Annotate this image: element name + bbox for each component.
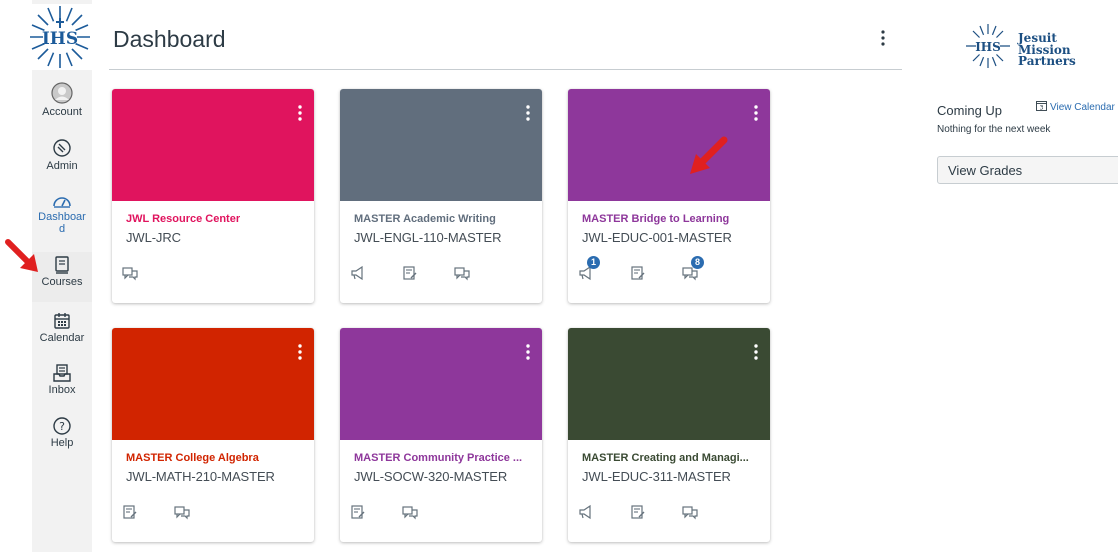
calendar-icon — [54, 313, 70, 329]
nav-dashboard-label-1: Dashboar — [38, 211, 86, 223]
discussion-icon[interactable] — [454, 265, 476, 287]
card-options-icon[interactable] — [524, 103, 532, 123]
course-card[interactable]: MASTER Community Practice ... JWL-SOCW-32… — [340, 328, 542, 542]
course-card-actions — [350, 265, 540, 289]
assignment-icon[interactable] — [402, 265, 424, 287]
ihs-logo[interactable]: IHS — [28, 4, 92, 70]
course-card-hero[interactable] — [568, 328, 770, 440]
announcement-icon[interactable] — [350, 265, 372, 287]
discussion-icon[interactable] — [122, 265, 144, 287]
calendar-small-icon: 3 — [1036, 101, 1047, 112]
svg-text:IHS: IHS — [975, 40, 1001, 54]
course-name[interactable]: MASTER Bridge to Learning — [582, 213, 762, 225]
card-options-icon[interactable] — [296, 342, 304, 362]
course-code: JWL-MATH-210-MASTER — [126, 469, 275, 484]
nav-inbox-label: Inbox — [48, 384, 76, 396]
nav-help[interactable]: ? Help — [32, 417, 92, 449]
course-card-hero[interactable] — [112, 328, 314, 440]
card-options-icon[interactable] — [524, 342, 532, 362]
nav-admin-label: Admin — [46, 160, 78, 172]
nav-admin[interactable]: Admin — [32, 138, 92, 172]
course-name[interactable]: JWL Resource Center — [126, 213, 306, 225]
nav-courses[interactable]: Courses — [32, 252, 92, 302]
help-icon: ? — [53, 417, 71, 435]
dashboard-options-icon[interactable] — [876, 28, 890, 48]
nav-account-label: Account — [42, 106, 82, 118]
course-code: JWL-SOCW-320-MASTER — [354, 469, 508, 484]
course-card-actions — [122, 265, 312, 289]
course-card-actions — [578, 504, 768, 528]
card-options-icon[interactable] — [296, 103, 304, 123]
jmp-logo-text: Jesuit Mission Partners — [1018, 32, 1076, 68]
dashboard-icon — [53, 197, 71, 208]
assignment-icon[interactable] — [350, 504, 372, 526]
course-card-actions: 18 — [578, 256, 768, 289]
header-divider — [109, 69, 902, 70]
course-card[interactable]: MASTER Bridge to Learning JWL-EDUC-001-MA… — [568, 89, 770, 303]
course-card[interactable]: MASTER College Algebra JWL-MATH-210-MASTE… — [112, 328, 314, 542]
course-card-hero[interactable] — [112, 89, 314, 201]
assignment-icon[interactable] — [630, 504, 652, 526]
nothing-upcoming-text: Nothing for the next week — [937, 124, 1051, 135]
course-code: JWL-EDUC-311-MASTER — [582, 469, 731, 484]
inbox-icon — [53, 364, 71, 382]
nav-account[interactable]: Account — [32, 82, 92, 118]
course-card-actions — [122, 504, 312, 528]
discussion-icon[interactable] — [174, 504, 196, 526]
global-nav: IHS Account Admin Dashboar d Courses Cal… — [28, 0, 92, 552]
assignment-icon[interactable] — [122, 504, 144, 526]
course-code: JWL-ENGL-110-MASTER — [354, 230, 502, 245]
announcement-icon[interactable]: 1 — [578, 256, 600, 287]
nav-help-label: Help — [50, 437, 74, 449]
logo-word-3: Partners — [1018, 54, 1076, 68]
unread-count-badge: 1 — [587, 256, 600, 269]
book-icon — [55, 256, 69, 274]
course-name[interactable]: MASTER College Algebra — [126, 452, 306, 464]
course-card-hero[interactable] — [340, 89, 542, 201]
nav-inbox[interactable]: Inbox — [32, 364, 92, 396]
view-grades-button[interactable]: View Grades — [937, 156, 1118, 184]
assignment-icon[interactable] — [630, 265, 652, 287]
shield-icon — [53, 139, 71, 157]
unread-count-badge: 8 — [691, 256, 704, 269]
course-card[interactable]: MASTER Academic Writing JWL-ENGL-110-MAST… — [340, 89, 542, 303]
course-name[interactable]: MASTER Academic Writing — [354, 213, 534, 225]
course-name[interactable]: MASTER Community Practice ... — [354, 452, 534, 464]
page-title: Dashboard — [113, 26, 226, 52]
view-calendar-link[interactable]: 3 View Calendar — [1036, 100, 1115, 113]
svg-text:3: 3 — [1040, 105, 1044, 112]
card-options-icon[interactable] — [752, 103, 760, 123]
coming-up-heading: Coming Up — [937, 103, 1003, 118]
course-card[interactable]: MASTER Creating and Managi... JWL-EDUC-31… — [568, 328, 770, 542]
svg-text:IHS: IHS — [42, 29, 78, 49]
nav-calendar-label: Calendar — [39, 332, 85, 344]
card-options-icon[interactable] — [752, 342, 760, 362]
discussion-icon[interactable] — [402, 504, 424, 526]
nav-calendar[interactable]: Calendar — [32, 312, 92, 344]
nav-dashboard-label-2: d — [58, 223, 66, 235]
svg-text:?: ? — [59, 420, 65, 433]
nav-dashboard[interactable]: Dashboar d — [32, 193, 92, 235]
course-card-actions — [350, 504, 540, 528]
course-card[interactable]: JWL Resource Center JWL-JRC — [112, 89, 314, 303]
discussion-icon[interactable] — [682, 504, 704, 526]
course-card-hero[interactable] — [568, 89, 770, 201]
nav-courses-label: Courses — [41, 276, 83, 288]
avatar-icon — [51, 82, 73, 104]
course-card-hero[interactable] — [340, 328, 542, 440]
discussion-icon[interactable]: 8 — [682, 256, 704, 287]
view-calendar-label: View Calendar — [1050, 102, 1115, 113]
course-code: JWL-JRC — [126, 230, 181, 245]
announcement-icon[interactable] — [578, 504, 600, 526]
course-code: JWL-EDUC-001-MASTER — [582, 230, 732, 245]
course-name[interactable]: MASTER Creating and Managi... — [582, 452, 762, 464]
